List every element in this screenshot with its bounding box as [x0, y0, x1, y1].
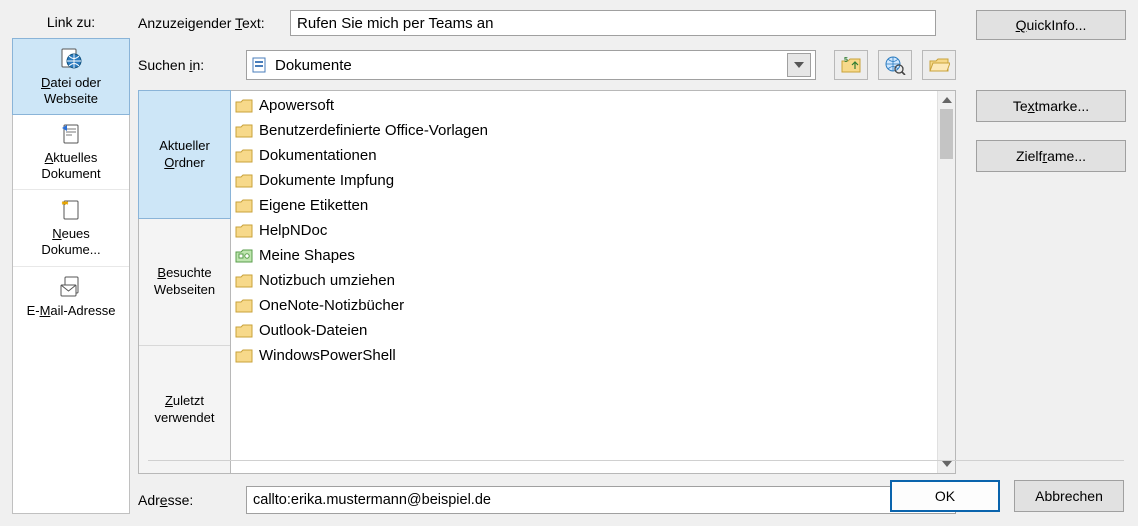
folder-icon	[235, 124, 253, 138]
bookmark-button[interactable]: Textmarke...	[976, 90, 1126, 122]
vertical-scrollbar[interactable]	[937, 91, 955, 473]
file-name: Eigene Etiketten	[259, 197, 368, 214]
browse-box: AktuellerOrdner BesuchteWebseiten Zuletz…	[138, 90, 956, 474]
address-combo[interactable]: callto:erika.mustermann@beispiel.de	[246, 486, 956, 514]
tab-visited-pages[interactable]: BesuchteWebseiten	[139, 218, 230, 346]
file-row[interactable]: Apowersoft	[235, 93, 933, 118]
up-one-level-button[interactable]: 5	[834, 50, 868, 80]
browse-web-button[interactable]	[878, 50, 912, 80]
linkto-label-text: AktuellesDokument	[17, 150, 125, 181]
tab-current-folder[interactable]: AktuellerOrdner	[138, 90, 231, 219]
link-to-column: Link zu: Datei oderWebseite	[12, 10, 130, 514]
dialog-buttons: OK Abbrechen	[890, 480, 1124, 512]
linkto-label-text: Datei oderWebseite	[17, 75, 125, 106]
quickinfo-button[interactable]: QuickInfo...	[976, 10, 1126, 40]
folder-icon	[235, 299, 253, 313]
main-column: Anzuzeigender Text: QuickInfo... Suchen …	[138, 10, 1126, 514]
link-to-options: Datei oderWebseite AktuellesDokument	[12, 38, 130, 514]
linkto-current-doc[interactable]: AktuellesDokument	[13, 114, 129, 190]
display-text-label: Anzuzeigender Text:	[138, 15, 282, 31]
file-name: Benutzerdefinierte Office-Vorlagen	[259, 122, 488, 139]
file-name: Meine Shapes	[259, 247, 355, 264]
address-row: Adresse: callto:erika.mustermann@beispie…	[138, 486, 956, 514]
search-in-row: Suchen in: Dokumente	[138, 50, 956, 80]
side-buttons-column: Textmarke... Zielframe...	[976, 50, 1126, 514]
browse-tabs: AktuellerOrdner BesuchteWebseiten Zuletz…	[139, 91, 231, 473]
file-row[interactable]: Meine Shapes	[235, 243, 933, 268]
display-text-row: Anzuzeigender Text:	[138, 10, 956, 36]
scroll-track[interactable]	[938, 109, 955, 455]
scroll-down-arrow[interactable]	[938, 455, 955, 473]
ok-button[interactable]: OK	[890, 480, 1000, 512]
documents-folder-icon	[251, 56, 269, 74]
file-name: HelpNDoc	[259, 222, 327, 239]
browse-file-button[interactable]	[922, 50, 956, 80]
linkto-label-text: E-Mail-Adresse	[17, 303, 125, 319]
email-icon	[59, 275, 83, 299]
file-row[interactable]: Outlook-Dateien	[235, 318, 933, 343]
file-row[interactable]: Notizbuch umziehen	[235, 268, 933, 293]
file-row[interactable]: Benutzerdefinierte Office-Vorlagen	[235, 118, 933, 143]
file-row[interactable]: WindowsPowerShell	[235, 343, 933, 368]
shapes-folder-icon	[235, 249, 253, 263]
linkto-label-text: NeuesDokume...	[17, 226, 125, 257]
display-text-input[interactable]	[290, 10, 936, 36]
file-list[interactable]: Apowersoft Benutzerdefinierte Office-Vorl…	[231, 91, 937, 473]
file-name: Outlook-Dateien	[259, 322, 367, 339]
file-row[interactable]: OneNote-Notizbücher	[235, 293, 933, 318]
document-new-icon	[59, 198, 83, 222]
folder-icon	[235, 274, 253, 288]
file-row[interactable]: Dokumente Impfung	[235, 168, 933, 193]
address-label: Adresse:	[138, 492, 238, 508]
folder-up-icon: 5	[840, 55, 862, 75]
linkto-file-or-web[interactable]: Datei oderWebseite	[12, 38, 130, 115]
folder-icon	[235, 324, 253, 338]
search-in-value: Dokumente	[275, 57, 787, 74]
targetframe-button[interactable]: Zielframe...	[976, 140, 1126, 172]
folder-icon	[235, 224, 253, 238]
search-in-combo[interactable]: Dokumente	[246, 50, 816, 80]
link-to-label: Link zu:	[12, 10, 130, 38]
svg-text:5: 5	[844, 57, 848, 64]
scroll-up-arrow[interactable]	[938, 91, 955, 109]
search-in-dropdown[interactable]	[787, 53, 811, 77]
folder-icon	[235, 99, 253, 113]
file-row[interactable]: Dokumentationen	[235, 143, 933, 168]
file-name: WindowsPowerShell	[259, 347, 396, 364]
linkto-email[interactable]: E-Mail-Adresse	[13, 267, 129, 327]
document-current-icon	[59, 122, 83, 146]
tab-recent[interactable]: Zuletztverwendet	[139, 346, 230, 473]
search-in-label: Suchen in:	[138, 57, 238, 73]
file-name: Dokumentationen	[259, 147, 377, 164]
file-name: Apowersoft	[259, 97, 334, 114]
file-row[interactable]: HelpNDoc	[235, 218, 933, 243]
separator	[148, 460, 1124, 461]
address-value: callto:erika.mustermann@beispiel.de	[253, 492, 925, 508]
cancel-button[interactable]: Abbrechen	[1014, 480, 1124, 512]
file-row[interactable]: Eigene Etiketten	[235, 193, 933, 218]
folder-icon	[235, 149, 253, 163]
globe-page-icon	[59, 47, 83, 71]
file-name: Notizbuch umziehen	[259, 272, 395, 289]
folder-open-icon	[928, 55, 950, 75]
globe-search-icon	[884, 55, 906, 75]
file-name: OneNote-Notizbücher	[259, 297, 404, 314]
file-name: Dokumente Impfung	[259, 172, 394, 189]
folder-icon	[235, 199, 253, 213]
linkto-new-doc[interactable]: NeuesDokume...	[13, 190, 129, 266]
toolbar-buttons: 5	[834, 50, 956, 80]
folder-icon	[235, 349, 253, 363]
scroll-thumb[interactable]	[940, 109, 953, 159]
folder-icon	[235, 174, 253, 188]
